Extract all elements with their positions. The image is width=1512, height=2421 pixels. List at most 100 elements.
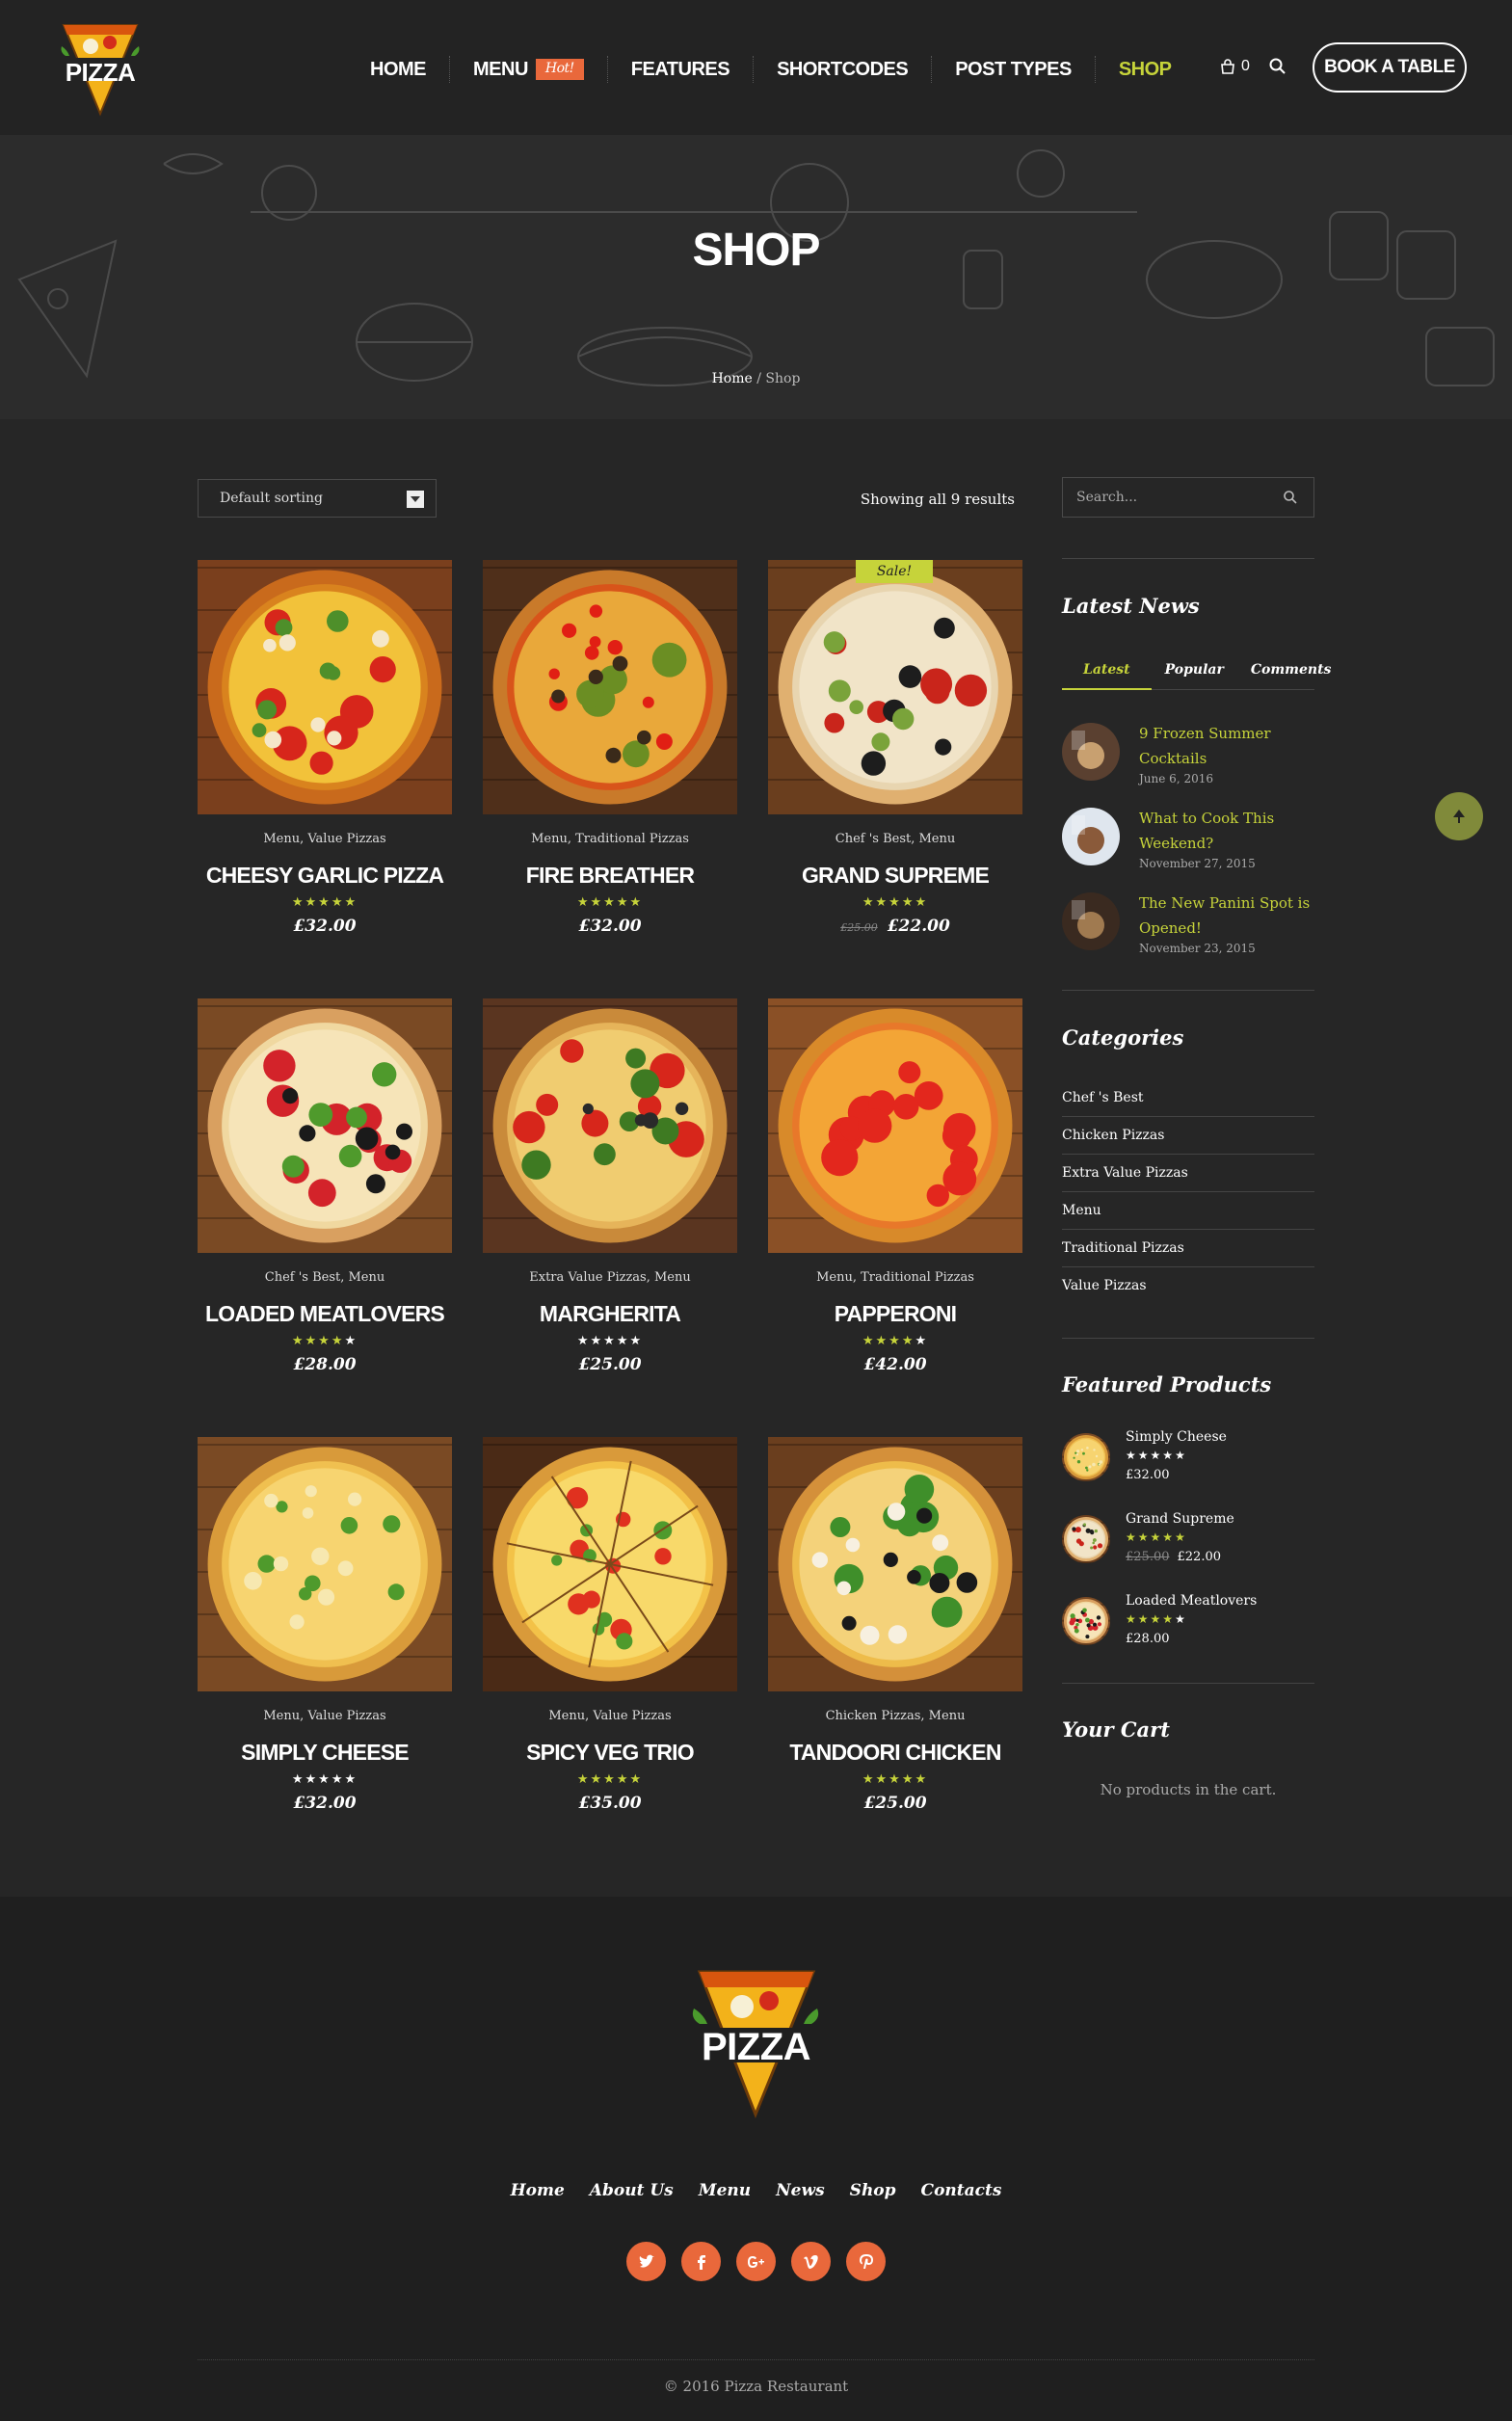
product-name[interactable]: MARGHERITA [483, 1299, 737, 1328]
site-logo[interactable]: PIZZA [56, 17, 145, 120]
nav-features[interactable]: FEATURES [608, 50, 753, 89]
footer-nav-link[interactable]: News [776, 2181, 825, 2200]
product-image[interactable] [198, 1437, 452, 1691]
nav-shop[interactable]: SHOP [1096, 50, 1195, 89]
product-name[interactable]: LOADED MEATLOVERS [198, 1299, 452, 1328]
news-item[interactable]: The New Panini Spot is Opened! November 2… [1062, 892, 1314, 960]
news-thumbnail[interactable] [1062, 723, 1120, 781]
product-image[interactable] [483, 560, 737, 814]
news-item[interactable]: What to Cook This Weekend? November 27, 2… [1062, 808, 1314, 875]
current-price: £32.00 [293, 917, 357, 936]
footer-nav-link[interactable]: Menu [699, 2181, 751, 2200]
news-title[interactable]: The New Panini Spot is Opened! [1139, 891, 1314, 941]
news-link[interactable]: What to Cook This Weekend? November 27, 2… [1139, 806, 1314, 871]
product-categories[interactable]: Menu, Value Pizzas [198, 830, 452, 849]
featured-product-image[interactable] [1062, 1433, 1110, 1481]
product-rating: ★★★★★ [198, 1332, 452, 1349]
product-card[interactable]: Menu, Value Pizzas CHEESY GARLIC PIZZA ★★★… [198, 560, 452, 936]
news-item[interactable]: 9 Frozen Summer Cocktails June 6, 2016 [1062, 723, 1314, 790]
product-categories[interactable]: Chicken Pizzas, Menu [768, 1707, 1022, 1726]
category-link[interactable]: Traditional Pizzas [1062, 1230, 1314, 1267]
vimeo-icon[interactable] [791, 2242, 831, 2281]
product-image[interactable]: Sale! [768, 560, 1022, 814]
product-card[interactable]: Chicken Pizzas, Menu TANDOORI CHICKEN ★★★★… [768, 1437, 1022, 1813]
breadcrumb-home[interactable]: Home [712, 371, 753, 386]
pinterest-icon[interactable] [846, 2242, 886, 2281]
news-thumbnail[interactable] [1062, 808, 1120, 865]
product-name[interactable]: CHEESY GARLIC PIZZA [198, 861, 452, 890]
product-categories[interactable]: Menu, Value Pizzas [483, 1707, 737, 1726]
category-link[interactable]: Chef 's Best [1062, 1079, 1314, 1117]
category-link[interactable]: Value Pizzas [1062, 1267, 1314, 1305]
nav-shortcodes[interactable]: SHORTCODES [754, 50, 931, 89]
footer-nav-link[interactable]: Contacts [921, 2181, 1002, 2200]
news-thumbnail[interactable] [1062, 892, 1120, 950]
product-image[interactable] [198, 560, 452, 814]
category-link[interactable]: Extra Value Pizzas [1062, 1155, 1314, 1192]
product-name[interactable]: FIRE BREATHER [483, 861, 737, 890]
product-name[interactable]: TANDOORI CHICKEN [768, 1738, 1022, 1767]
search-icon[interactable] [1283, 490, 1298, 505]
nav-post-types[interactable]: POST TYPES [932, 50, 1095, 89]
google-plus-icon[interactable] [736, 2242, 776, 2281]
featured-product-name[interactable]: Loaded Meatlovers [1126, 1593, 1257, 1609]
star-icon: ★ [875, 894, 889, 909]
footer-nav-link[interactable]: Home [511, 2181, 565, 2200]
sidebar-search-input[interactable]: Search... [1062, 477, 1314, 518]
product-image[interactable] [483, 998, 737, 1253]
sorting-select[interactable]: Default sorting [198, 479, 437, 518]
current-price: £22.00 [1177, 1550, 1222, 1564]
product-categories[interactable]: Chef 's Best, Menu [198, 1268, 452, 1288]
footer-nav-link[interactable]: About Us [590, 2181, 674, 2200]
product-categories[interactable]: Extra Value Pizzas, Menu [483, 1268, 737, 1288]
product-card[interactable]: Chef 's Best, Menu LOADED MEATLOVERS ★★★★★… [198, 998, 452, 1374]
product-image[interactable] [768, 1437, 1022, 1691]
news-link[interactable]: 9 Frozen Summer Cocktails June 6, 2016 [1139, 721, 1314, 786]
search-icon[interactable] [1268, 57, 1287, 76]
product-image[interactable] [198, 998, 452, 1253]
featured-product[interactable]: Grand Supreme ★★★★★ £25.00 £22.00 [1062, 1511, 1314, 1579]
star-icon: ★ [590, 1333, 604, 1347]
product-name[interactable]: PAPPERONI [768, 1299, 1022, 1328]
facebook-icon[interactable] [681, 2242, 721, 2281]
featured-product[interactable]: Loaded Meatlovers ★★★★★ £28.00 [1062, 1593, 1314, 1661]
scroll-to-top-button[interactable] [1435, 792, 1483, 840]
featured-product-name[interactable]: Simply Cheese [1126, 1429, 1227, 1445]
product-name[interactable]: SIMPLY CHEESE [198, 1738, 452, 1767]
product-categories[interactable]: Chef 's Best, Menu [768, 830, 1022, 849]
product-card[interactable]: Sale! Chef 's Best, Menu GRAND SUPREME ★★★★… [768, 560, 1022, 936]
product-card[interactable]: Menu, Value Pizzas SIMPLY CHEESE ★★★★★ £32.… [198, 1437, 452, 1813]
tab-latest[interactable]: Latest [1062, 657, 1152, 690]
product-categories[interactable]: Menu, Value Pizzas [198, 1707, 452, 1726]
news-link[interactable]: The New Panini Spot is Opened! November 2… [1139, 891, 1314, 956]
product-name[interactable]: SPICY VEG TRIO [483, 1738, 737, 1767]
news-title[interactable]: What to Cook This Weekend? [1139, 806, 1314, 856]
product-image[interactable] [768, 998, 1022, 1253]
featured-product[interactable]: Simply Cheese ★★★★★ £32.00 [1062, 1429, 1314, 1497]
header-cart[interactable]: 0 [1220, 58, 1250, 75]
twitter-icon[interactable] [626, 2242, 666, 2281]
product-name[interactable]: GRAND SUPREME [768, 861, 1022, 890]
news-title[interactable]: 9 Frozen Summer Cocktails [1139, 721, 1314, 771]
product-card[interactable]: Menu, Traditional Pizzas FIRE BREATHER ★★★… [483, 560, 737, 936]
tab-popular[interactable]: Popular [1152, 657, 1237, 690]
product-image[interactable] [483, 1437, 737, 1691]
product-categories[interactable]: Menu, Traditional Pizzas [768, 1268, 1022, 1288]
tab-comments[interactable]: Comments [1237, 657, 1345, 690]
featured-product-image[interactable] [1062, 1597, 1110, 1645]
product-price: £42.00 [768, 1355, 1022, 1374]
product-card[interactable]: Extra Value Pizzas, Menu MARGHERITA ★★★★★ £… [483, 998, 737, 1374]
nav-home[interactable]: HOME [347, 50, 449, 89]
product-categories[interactable]: Menu, Traditional Pizzas [483, 830, 737, 849]
footer-logo[interactable]: PIZZA [686, 1962, 826, 2121]
footer-nav-link[interactable]: Shop [850, 2181, 896, 2200]
product-card[interactable]: Menu, Traditional Pizzas PAPPERONI ★★★★★ £4… [768, 998, 1022, 1374]
book-table-button[interactable]: BOOK A TABLE [1313, 42, 1467, 93]
featured-product-name[interactable]: Grand Supreme [1126, 1511, 1234, 1527]
category-link[interactable]: Chicken Pizzas [1062, 1117, 1314, 1155]
category-link[interactable]: Menu [1062, 1192, 1314, 1230]
product-rating: ★★★★★ [198, 893, 452, 911]
nav-menu[interactable]: MENU Hot! [450, 50, 607, 89]
featured-product-image[interactable] [1062, 1515, 1110, 1563]
product-card[interactable]: Menu, Value Pizzas SPICY VEG TRIO ★★★★★ £35… [483, 1437, 737, 1813]
